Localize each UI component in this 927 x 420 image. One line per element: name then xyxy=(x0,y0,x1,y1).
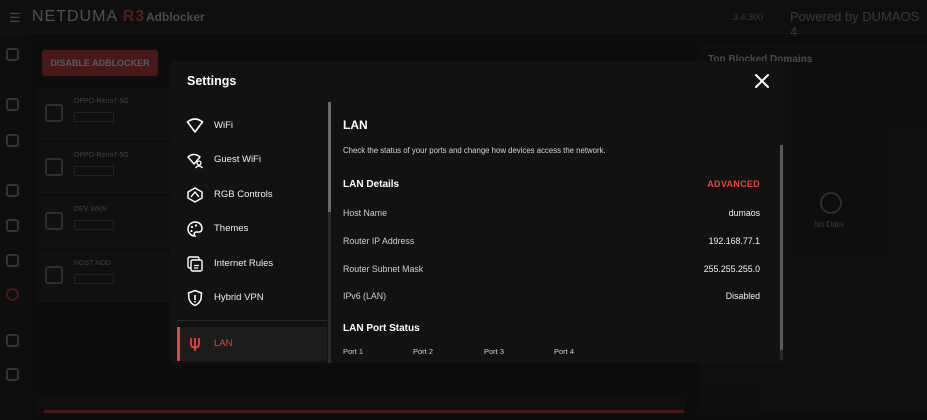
host-name-label: Host Name xyxy=(343,208,387,218)
palette-icon xyxy=(186,220,204,238)
router-ip-label: Router IP Address xyxy=(343,236,415,246)
content-title: LAN xyxy=(343,118,368,132)
device-card[interactable]: OPPO-Reno7-5G xyxy=(36,142,184,194)
nav-item-internet-rules[interactable]: Internet Rules xyxy=(177,247,327,281)
internet-rules-icon xyxy=(186,255,204,273)
port-3: Port 3 xyxy=(484,347,505,356)
nav-item-label: RGB Controls xyxy=(214,189,273,200)
ipv6-value: Disabled xyxy=(725,291,760,301)
nav-item-label: Themes xyxy=(214,223,249,234)
network-icon[interactable] xyxy=(6,134,19,147)
close-button[interactable] xyxy=(752,71,772,91)
rocket-icon[interactable] xyxy=(6,368,19,381)
nav-item-wifi[interactable]: WiFi xyxy=(177,109,327,143)
device-icon xyxy=(45,104,63,122)
location-icon[interactable] xyxy=(6,98,19,111)
port-2: Port 2 xyxy=(413,347,434,356)
lan-port-status-heading: LAN Port Status xyxy=(343,323,420,334)
port-4: Port 4 xyxy=(554,347,575,356)
settings-icon[interactable] xyxy=(6,184,19,197)
devices-icon[interactable] xyxy=(6,219,19,232)
subnet-mask-label: Router Subnet Mask xyxy=(343,264,424,274)
advanced-link[interactable]: ADVANCED xyxy=(707,179,760,189)
nav-item-label: Internet Rules xyxy=(214,258,274,269)
device-status xyxy=(74,274,114,284)
usage-bar xyxy=(36,398,686,414)
device-name: NOST NOD xyxy=(74,260,111,267)
rgb-icon xyxy=(186,186,204,204)
nav-item-lan[interactable]: LAN xyxy=(177,327,327,361)
usage-bar-fill xyxy=(44,410,684,413)
settings-nav: WiFi Guest WiFi RGB Controls Themes Inte… xyxy=(177,106,327,363)
device-icon xyxy=(45,266,63,284)
nav-item-themes[interactable]: Themes xyxy=(177,212,327,246)
wifi-icon xyxy=(186,117,204,135)
home-icon[interactable] xyxy=(6,48,19,61)
netduma-logo: NETDUMA R3 xyxy=(32,8,146,25)
device-name: OPPO-Reno7-5G xyxy=(74,98,129,105)
device-status xyxy=(74,112,114,122)
nav-item-label: LAN xyxy=(214,338,233,349)
device-card[interactable]: NOST NOD xyxy=(36,250,184,302)
nav-scrollbar-thumb[interactable] xyxy=(328,102,331,212)
lan-icon xyxy=(186,335,204,353)
device-name: OPPO-Reno7-5G xyxy=(74,152,129,159)
version-label: 3.4.300 xyxy=(733,12,764,22)
device-status xyxy=(74,220,114,230)
no-data-icon xyxy=(820,192,842,214)
side-rail xyxy=(0,34,26,420)
device-name: DEV WKN xyxy=(74,206,107,213)
device-icon xyxy=(45,158,63,176)
lan-details-heading: LAN Details xyxy=(343,179,400,190)
active-indicator xyxy=(177,327,180,361)
app-name: Adblocker xyxy=(146,10,205,24)
hamburger-menu-icon[interactable]: ☰ xyxy=(9,10,21,26)
shield-icon xyxy=(186,289,204,307)
adblock-icon[interactable] xyxy=(6,288,19,301)
port-1: Port 1 xyxy=(343,347,364,356)
modal-title: Settings xyxy=(187,74,237,88)
content-scrollbar-thumb[interactable] xyxy=(780,145,783,350)
nav-item-rgb-controls[interactable]: RGB Controls xyxy=(177,178,327,212)
no-data-label: No Data xyxy=(814,220,844,229)
nav-item-label: WiFi xyxy=(214,120,233,131)
content-description: Check the status of your ports and chang… xyxy=(343,146,606,155)
lan-content: LAN Check the status of your ports and c… xyxy=(343,106,773,363)
top-bar: ☰ NETDUMA R3 Adblocker 3.4.300 Powered b… xyxy=(0,0,927,39)
settings-modal: Settings WiFi Guest WiFi RGB Controls Th… xyxy=(170,61,785,363)
device-status xyxy=(74,166,114,176)
subnet-mask-value: 255.255.255.0 xyxy=(703,264,760,274)
close-icon xyxy=(755,74,769,88)
nav-item-hybrid-vpn[interactable]: Hybrid VPN xyxy=(177,281,327,315)
speed-icon[interactable] xyxy=(6,334,19,347)
nav-divider xyxy=(177,320,327,321)
guest-wifi-icon xyxy=(186,151,204,169)
nav-item-label: Hybrid VPN xyxy=(214,292,264,303)
nav-item-label: Guest WiFi xyxy=(214,154,261,165)
device-card[interactable]: DEV WKN xyxy=(36,196,184,248)
device-icon xyxy=(45,212,63,230)
powered-by-label: Powered by DUMAOS 4 xyxy=(790,9,920,39)
nav-item-guest-wifi[interactable]: Guest WiFi xyxy=(177,143,327,177)
host-name-value: dumaos xyxy=(728,208,760,218)
chat-icon[interactable] xyxy=(6,254,19,267)
router-ip-value: 192.168.77.1 xyxy=(708,236,760,246)
ipv6-label: IPv6 (LAN) xyxy=(343,291,387,301)
device-card[interactable]: OPPO-Reno7-5G xyxy=(36,88,184,140)
disable-adblocker-button[interactable]: DISABLE ADBLOCKER xyxy=(42,50,158,76)
